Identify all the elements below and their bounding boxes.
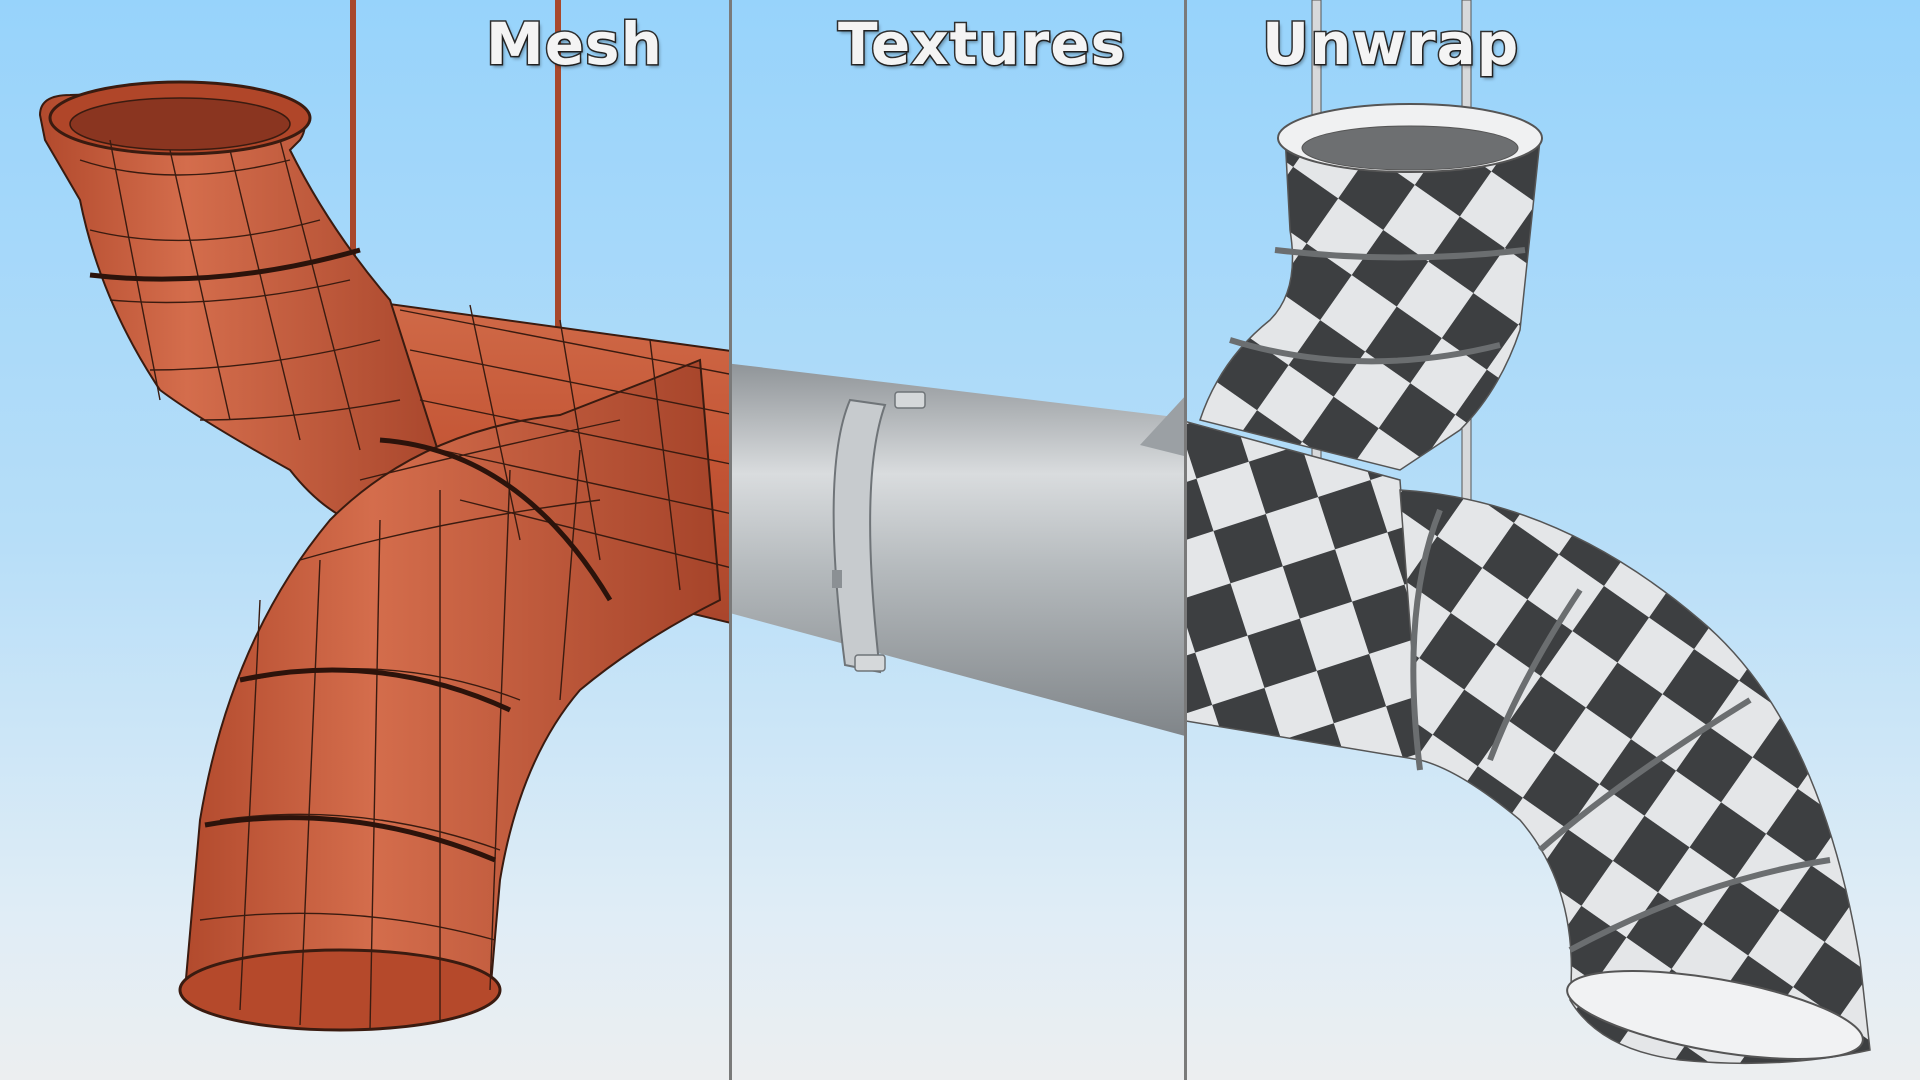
panel-divider [729, 0, 732, 1080]
coupling-clamp [854, 654, 886, 672]
mesh-upper-opening-inner [69, 97, 291, 151]
checker-upper-opening-inner [1301, 125, 1519, 171]
panel-label-textures: Textures [836, 9, 1127, 80]
checker-trunk [1186, 420, 1421, 761]
panel-label-mesh: Mesh [485, 9, 664, 80]
metal-duct [731, 363, 1186, 737]
checker-upper-elbow [1199, 134, 1541, 471]
textures-panel [731, 363, 1186, 737]
render-scene [38, 0, 1871, 1080]
panel-divider [1184, 0, 1187, 1080]
coupling-clamp [894, 391, 926, 409]
mesh-panel [38, 0, 731, 1032]
unwrap-panel [1186, 0, 1871, 1065]
coupling-bolt [832, 570, 842, 588]
panel-label-unwrap: Unwrap [1260, 9, 1520, 80]
mesh-lower-opening [178, 948, 502, 1032]
